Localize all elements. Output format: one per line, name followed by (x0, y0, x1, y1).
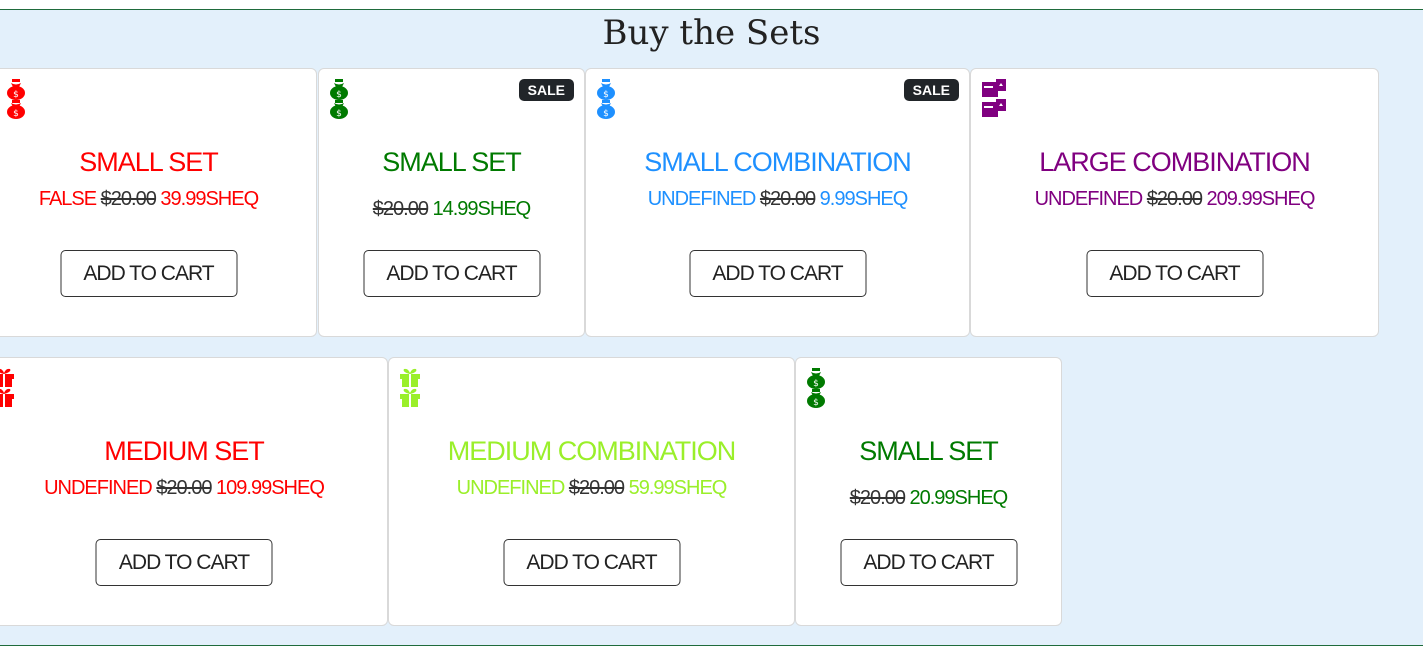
add-to-cart-button[interactable]: ADD TO CART (503, 539, 680, 586)
sale-badge: SALE (903, 79, 959, 101)
gift-icon (399, 368, 423, 408)
product-price: UNDEFINED $20.00 109.99SHEQ (0, 477, 387, 500)
product-price: UNDEFINED $20.00 9.99SHEQ (586, 188, 969, 211)
svg-text:$: $ (603, 109, 609, 119)
product-name: SMALL SET (859, 436, 999, 466)
old-price: $20.00 (1146, 188, 1203, 210)
product-name: SMALL COMBINATION (644, 147, 912, 177)
add-to-cart-button[interactable]: ADD TO CART (95, 539, 273, 586)
product-name: MEDIUM SET (104, 436, 265, 466)
boxes-icon (981, 79, 1006, 119)
money-bag-icon: $ $ (6, 79, 30, 119)
product-price: UNDEFINED $20.00 209.99SHEQ (971, 188, 1378, 211)
product-name: SMALL SET (382, 147, 522, 177)
new-price: 39.99SHEQ (160, 188, 259, 210)
old-price: $20.00 (759, 188, 816, 210)
gift-icon (0, 368, 17, 408)
product-price: $20.00 20.99SHEQ (796, 487, 1061, 510)
product-name: MEDIUM COMBINATION (447, 436, 737, 466)
add-to-cart-button[interactable]: ADD TO CART (689, 250, 866, 297)
svg-text:$: $ (13, 90, 19, 100)
add-to-cart-button[interactable]: ADD TO CART (1086, 250, 1263, 297)
old-price: $20.00 (372, 198, 429, 220)
new-price: 14.99SHEQ (432, 198, 532, 220)
svg-text:$: $ (603, 90, 609, 100)
svg-text:$: $ (336, 90, 342, 100)
product-card: $ $ SMALL SET FALSE $20.00 39.99SHEQ ADD… (0, 68, 317, 337)
money-bag-icon: $ $ (806, 368, 830, 408)
price-prefix: UNDEFINED (44, 477, 153, 499)
svg-text:$: $ (336, 109, 342, 119)
new-price: 209.99SHEQ (1206, 188, 1316, 210)
product-card: MEDIUM COMBINATION UNDEFINED $20.00 59.9… (388, 357, 795, 626)
add-to-cart-button[interactable]: ADD TO CART (363, 250, 540, 297)
svg-text:$: $ (813, 379, 819, 389)
price-prefix: UNDEFINED (1034, 188, 1144, 210)
add-to-cart-button[interactable]: ADD TO CART (60, 250, 237, 297)
product-card: MEDIUM SET UNDEFINED $20.00 109.99SHEQ A… (0, 357, 388, 626)
price-prefix: UNDEFINED (456, 477, 566, 499)
product-name: LARGE COMBINATION (1039, 147, 1311, 177)
product-price: $20.00 14.99SHEQ (319, 198, 584, 221)
new-price: 20.99SHEQ (909, 487, 1009, 509)
money-bag-icon: $ $ (596, 79, 620, 119)
product-price: UNDEFINED $20.00 59.99SHEQ (389, 477, 794, 500)
section-title: Buy the Sets (602, 13, 821, 53)
old-price: $20.00 (156, 477, 212, 499)
product-card: $ $ SMALL SET $20.00 20.99SHEQ ADD TO CA… (795, 357, 1062, 626)
product-name: SMALL SET (79, 147, 219, 177)
svg-text:$: $ (13, 109, 19, 119)
product-card: LARGE COMBINATION UNDEFINED $20.00 209.9… (970, 68, 1379, 337)
new-price: 9.99SHEQ (819, 188, 909, 210)
sale-badge: SALE (518, 79, 574, 101)
product-card: $ $ SALE SMALL SET $20.00 14.99SHEQ ADD … (318, 68, 585, 337)
price-prefix: UNDEFINED (647, 188, 757, 210)
price-prefix: FALSE (38, 188, 97, 210)
buy-sets-section: Buy the Sets $ $ SMALL SET FALSE $20.00 … (0, 9, 1423, 646)
new-price: 59.99SHEQ (628, 477, 728, 499)
old-price: $20.00 (100, 188, 157, 210)
old-price: $20.00 (568, 477, 625, 499)
money-bag-icon: $ $ (329, 79, 353, 119)
old-price: $20.00 (849, 487, 906, 509)
product-price: FALSE $20.00 39.99SHEQ (0, 188, 316, 211)
svg-text:$: $ (813, 398, 819, 408)
add-to-cart-button[interactable]: ADD TO CART (840, 539, 1017, 586)
new-price: 109.99SHEQ (216, 477, 325, 499)
product-card: $ $ SALE SMALL COMBINATION UNDEFINED $20… (585, 68, 970, 337)
